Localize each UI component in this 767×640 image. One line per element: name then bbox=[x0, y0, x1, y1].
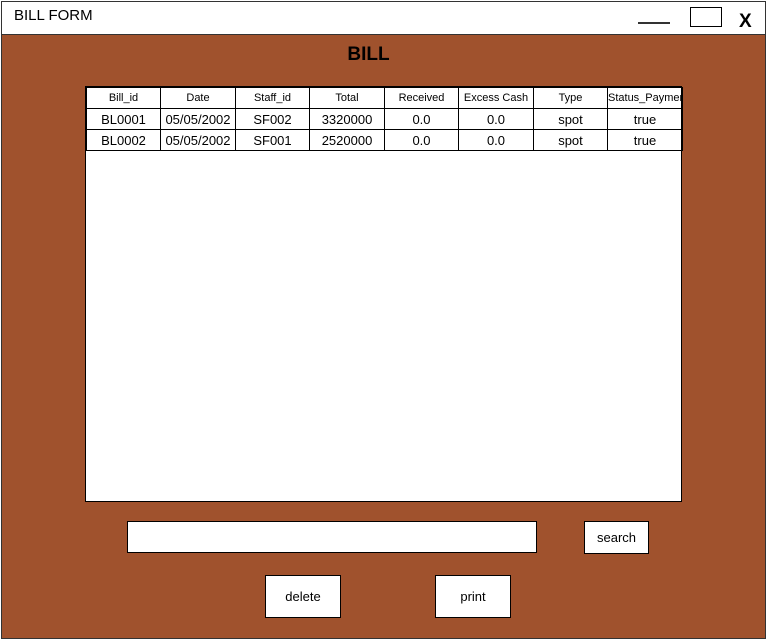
table-header-row: Bill_id Date Staff_id Total Received Exc… bbox=[86, 87, 683, 109]
close-button[interactable]: X bbox=[739, 10, 752, 34]
table-cell: 05/05/2002 bbox=[160, 129, 236, 151]
table-cell: true bbox=[607, 108, 683, 130]
table-cell: spot bbox=[533, 129, 608, 151]
minimize-button[interactable] bbox=[638, 10, 670, 26]
column-header[interactable]: Received bbox=[384, 87, 459, 109]
table-cell: spot bbox=[533, 108, 608, 130]
search-button[interactable]: search bbox=[584, 521, 649, 554]
column-header[interactable]: Bill_id bbox=[86, 87, 161, 109]
column-header[interactable]: Date bbox=[160, 87, 236, 109]
column-header[interactable]: Staff_id bbox=[235, 87, 310, 109]
column-header[interactable]: Total bbox=[309, 87, 385, 109]
title-bar: BILL FORM X bbox=[2, 2, 765, 35]
delete-button[interactable]: delete bbox=[265, 575, 341, 618]
bill-form-window: BILL FORM X BILL Bill_id Date Staff_id T… bbox=[1, 1, 766, 639]
table-cell: SF002 bbox=[235, 108, 310, 130]
bill-table: Bill_id Date Staff_id Total Received Exc… bbox=[86, 87, 683, 151]
table-cell: 2520000 bbox=[309, 129, 385, 151]
minimize-icon bbox=[638, 22, 670, 24]
column-header[interactable]: Type bbox=[533, 87, 608, 109]
table-cell: 05/05/2002 bbox=[160, 108, 236, 130]
maximize-button[interactable] bbox=[690, 7, 722, 27]
page-title: BILL bbox=[347, 44, 390, 65]
table-cell: SF001 bbox=[235, 129, 310, 151]
table-row[interactable]: BL0001 05/05/2002 SF002 3320000 0.0 0.0 … bbox=[86, 108, 683, 130]
table-cell: 0.0 bbox=[458, 129, 534, 151]
print-button[interactable]: print bbox=[435, 575, 511, 618]
table-cell: true bbox=[607, 129, 683, 151]
table-cell: BL0001 bbox=[86, 108, 161, 130]
column-header[interactable]: Excess Cash bbox=[458, 87, 534, 109]
table-row[interactable]: BL0002 05/05/2002 SF001 2520000 0.0 0.0 … bbox=[86, 129, 683, 151]
table-cell: 3320000 bbox=[309, 108, 385, 130]
bill-table-panel: Bill_id Date Staff_id Total Received Exc… bbox=[85, 86, 683, 502]
table-cell: 0.0 bbox=[384, 129, 459, 151]
table-cell: 0.0 bbox=[458, 108, 534, 130]
search-input[interactable] bbox=[127, 521, 537, 553]
window-title: BILL FORM bbox=[14, 7, 93, 24]
table-cell: 0.0 bbox=[384, 108, 459, 130]
column-header[interactable]: Status_Payment bbox=[607, 87, 683, 109]
table-cell: BL0002 bbox=[86, 129, 161, 151]
